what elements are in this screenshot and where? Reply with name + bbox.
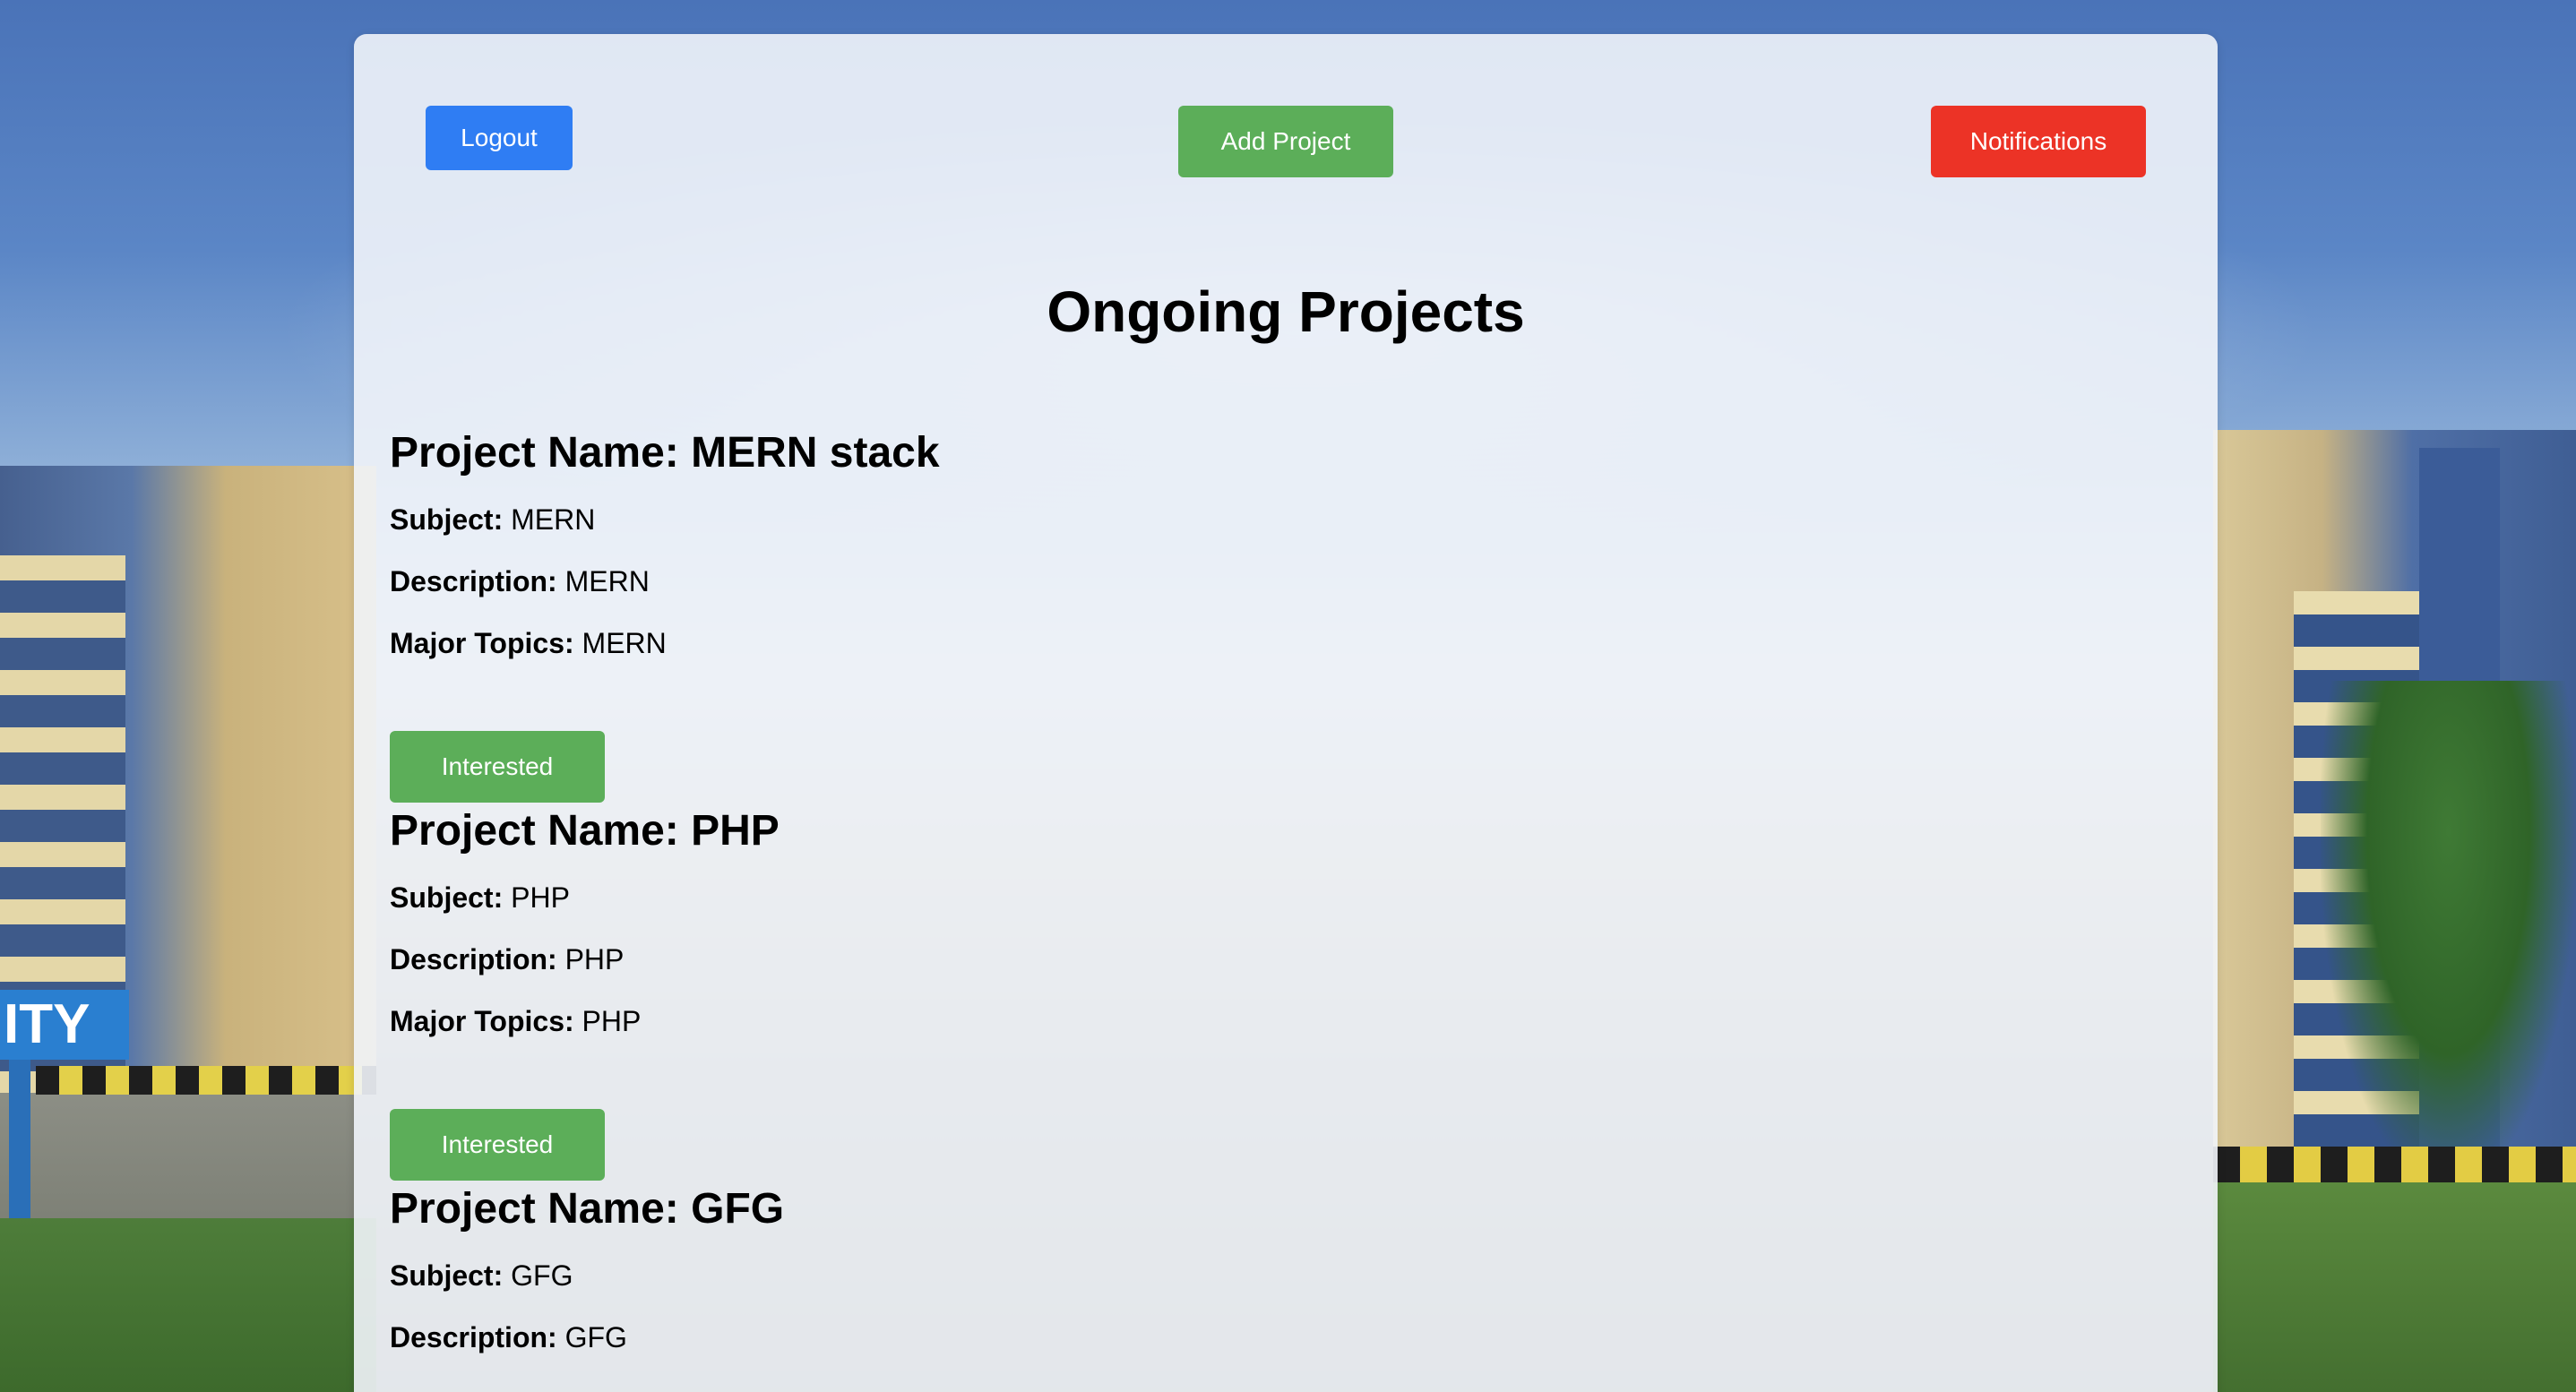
project-name-value: PHP	[691, 807, 780, 855]
background-sign: ITY	[0, 990, 129, 1060]
project-name-label: Project Name:	[390, 807, 679, 855]
description-label: Description:	[390, 565, 557, 597]
project-description: Description: GFG	[390, 1319, 627, 1355]
right-grass	[2213, 1182, 2576, 1392]
project-major-topics: Major Topics: MERN	[390, 625, 667, 661]
project-major-topics: Major Topics: PHP	[390, 1003, 641, 1039]
project-name: Project Name: PHP	[390, 804, 2092, 858]
project-subject: Subject: MERN	[390, 502, 595, 537]
interested-button[interactable]: Interested	[390, 731, 605, 803]
subject-label: Subject:	[390, 503, 504, 536]
description-value: PHP	[564, 943, 625, 975]
description-value: GFG	[564, 1321, 627, 1353]
project-name-label: Project Name:	[390, 429, 679, 477]
add-project-button[interactable]: Add Project	[1178, 106, 1393, 177]
project-subject: Subject: GFG	[390, 1258, 573, 1293]
project-description: Description: MERN	[390, 563, 650, 599]
right-curb	[2213, 1147, 2576, 1182]
projects-panel: Logout Add Project Notifications Ongoing…	[354, 34, 2218, 1392]
palm-tree	[2321, 681, 2576, 1182]
project-card: Project Name: GFG Subject: GFG Descripti…	[390, 1182, 2092, 1353]
major-topics-value: PHP	[582, 1005, 642, 1037]
project-description: Description: PHP	[390, 941, 624, 977]
page-title: Ongoing Projects	[1047, 279, 1525, 344]
project-name: Project Name: GFG	[390, 1182, 2092, 1236]
project-card: Project Name: PHP Subject: PHP Descripti…	[390, 804, 2092, 1181]
project-name-value: MERN stack	[691, 429, 940, 477]
subject-label: Subject:	[390, 881, 504, 914]
project-name: Project Name: MERN stack	[390, 426, 2092, 480]
description-value: MERN	[564, 565, 650, 597]
major-topics-label: Major Topics:	[390, 1005, 574, 1037]
project-name-value: GFG	[691, 1185, 785, 1233]
logout-button[interactable]: Logout	[426, 106, 573, 170]
description-label: Description:	[390, 943, 557, 975]
major-topics-value: MERN	[582, 627, 667, 659]
description-label: Description:	[390, 1321, 557, 1353]
left-grass	[0, 1218, 376, 1392]
subject-value: MERN	[511, 503, 596, 536]
notifications-button[interactable]: Notifications	[1931, 106, 2146, 177]
project-card: Project Name: MERN stack Subject: MERN D…	[390, 426, 2092, 803]
subject-value: PHP	[511, 881, 570, 914]
interested-button[interactable]: Interested	[390, 1109, 605, 1181]
subject-value: GFG	[511, 1259, 573, 1292]
major-topics-label: Major Topics:	[390, 627, 574, 659]
project-subject: Subject: PHP	[390, 880, 570, 915]
left-curb	[36, 1066, 376, 1095]
project-name-label: Project Name:	[390, 1185, 679, 1233]
subject-label: Subject:	[390, 1259, 504, 1292]
